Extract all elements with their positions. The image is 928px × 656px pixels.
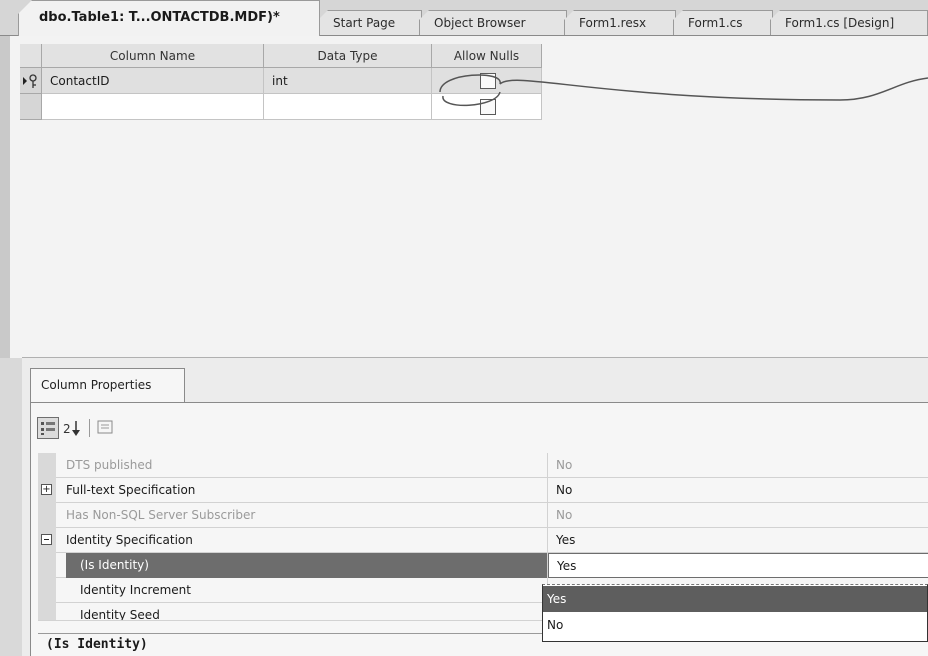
cell-allow-nulls	[432, 94, 542, 120]
row-selector[interactable]	[20, 68, 42, 94]
expand-plus-icon[interactable]: +	[41, 484, 52, 495]
alphabetical-sort-icon[interactable]: 2	[61, 417, 83, 439]
dropdown-option-yes[interactable]: Yes	[543, 586, 927, 612]
dropdown-option-no[interactable]: No	[543, 612, 927, 638]
tab-form1-design[interactable]: Form1.cs [Design]	[770, 10, 928, 36]
row-gutter	[38, 453, 56, 478]
tab-form1-resx[interactable]: Form1.resx	[564, 10, 676, 36]
cell-column-name[interactable]: ContactID	[42, 68, 264, 94]
property-value[interactable]: No	[548, 503, 928, 528]
categorized-icon[interactable]	[37, 417, 59, 439]
table-designer: Column Name Data Type Allow Nulls Contac…	[0, 36, 928, 358]
collapse-minus-icon[interactable]	[41, 534, 52, 545]
cell-column-name[interactable]	[42, 94, 264, 120]
property-row-non-sql-subscriber[interactable]: Has Non-SQL Server Subscriber No	[38, 503, 928, 528]
tab-object-browser[interactable]: Object Browser	[419, 10, 567, 36]
cell-data-type[interactable]	[264, 94, 432, 120]
property-value[interactable]: No	[548, 453, 928, 478]
property-row-dts-published[interactable]: DTS published No	[38, 453, 928, 478]
cell-data-type[interactable]: int	[264, 68, 432, 94]
header-allow-nulls[interactable]: Allow Nulls	[432, 44, 542, 68]
property-row-identity-spec[interactable]: Identity Specification Yes	[38, 528, 928, 553]
property-value[interactable]: Yes	[548, 528, 928, 553]
grid-corner	[20, 44, 42, 68]
header-column-name[interactable]: Column Name	[42, 44, 264, 68]
row-gutter	[38, 503, 56, 528]
header-data-type[interactable]: Data Type	[264, 44, 432, 68]
row-gutter	[38, 528, 56, 553]
property-name: Identity Increment	[66, 578, 548, 603]
tab-start-page[interactable]: Start Page	[318, 10, 422, 36]
property-name: DTS published	[66, 453, 548, 478]
property-name: Identity Specification	[66, 528, 548, 553]
property-name: Has Non-SQL Server Subscriber	[66, 503, 548, 528]
property-name: Full-text Specification	[66, 478, 548, 503]
property-pages-icon[interactable]	[95, 417, 117, 439]
row-selector[interactable]	[20, 94, 42, 120]
cell-allow-nulls	[432, 68, 542, 94]
property-row-is-identity[interactable]: (Is Identity) Yes	[38, 553, 928, 578]
tab-table-designer[interactable]: dbo.Table1: T...ONTACTDB.MDF)*	[18, 0, 320, 36]
is-identity-dropdown-list: Yes No	[542, 584, 928, 642]
allow-nulls-checkbox[interactable]	[480, 73, 496, 89]
tab-form1-cs[interactable]: Form1.cs	[673, 10, 773, 36]
toolbar-separator	[89, 419, 90, 437]
primary-key-icon	[23, 74, 37, 88]
row-gutter	[38, 578, 56, 603]
property-value-dropdown[interactable]: Yes	[548, 553, 928, 578]
svg-text:2: 2	[63, 422, 71, 436]
property-name: (Is Identity)	[66, 553, 548, 578]
row-gutter	[38, 603, 56, 620]
property-row-full-text[interactable]: + Full-text Specification No	[38, 478, 928, 503]
row-gutter: +	[38, 478, 56, 503]
row-gutter	[38, 553, 56, 578]
allow-nulls-checkbox[interactable]	[480, 99, 496, 115]
tab-column-properties[interactable]: Column Properties	[30, 368, 185, 402]
property-value[interactable]: No	[548, 478, 928, 503]
property-name: Identity Seed	[66, 603, 548, 620]
document-tab-strip: dbo.Table1: T...ONTACTDB.MDF)* Start Pag…	[0, 0, 928, 36]
